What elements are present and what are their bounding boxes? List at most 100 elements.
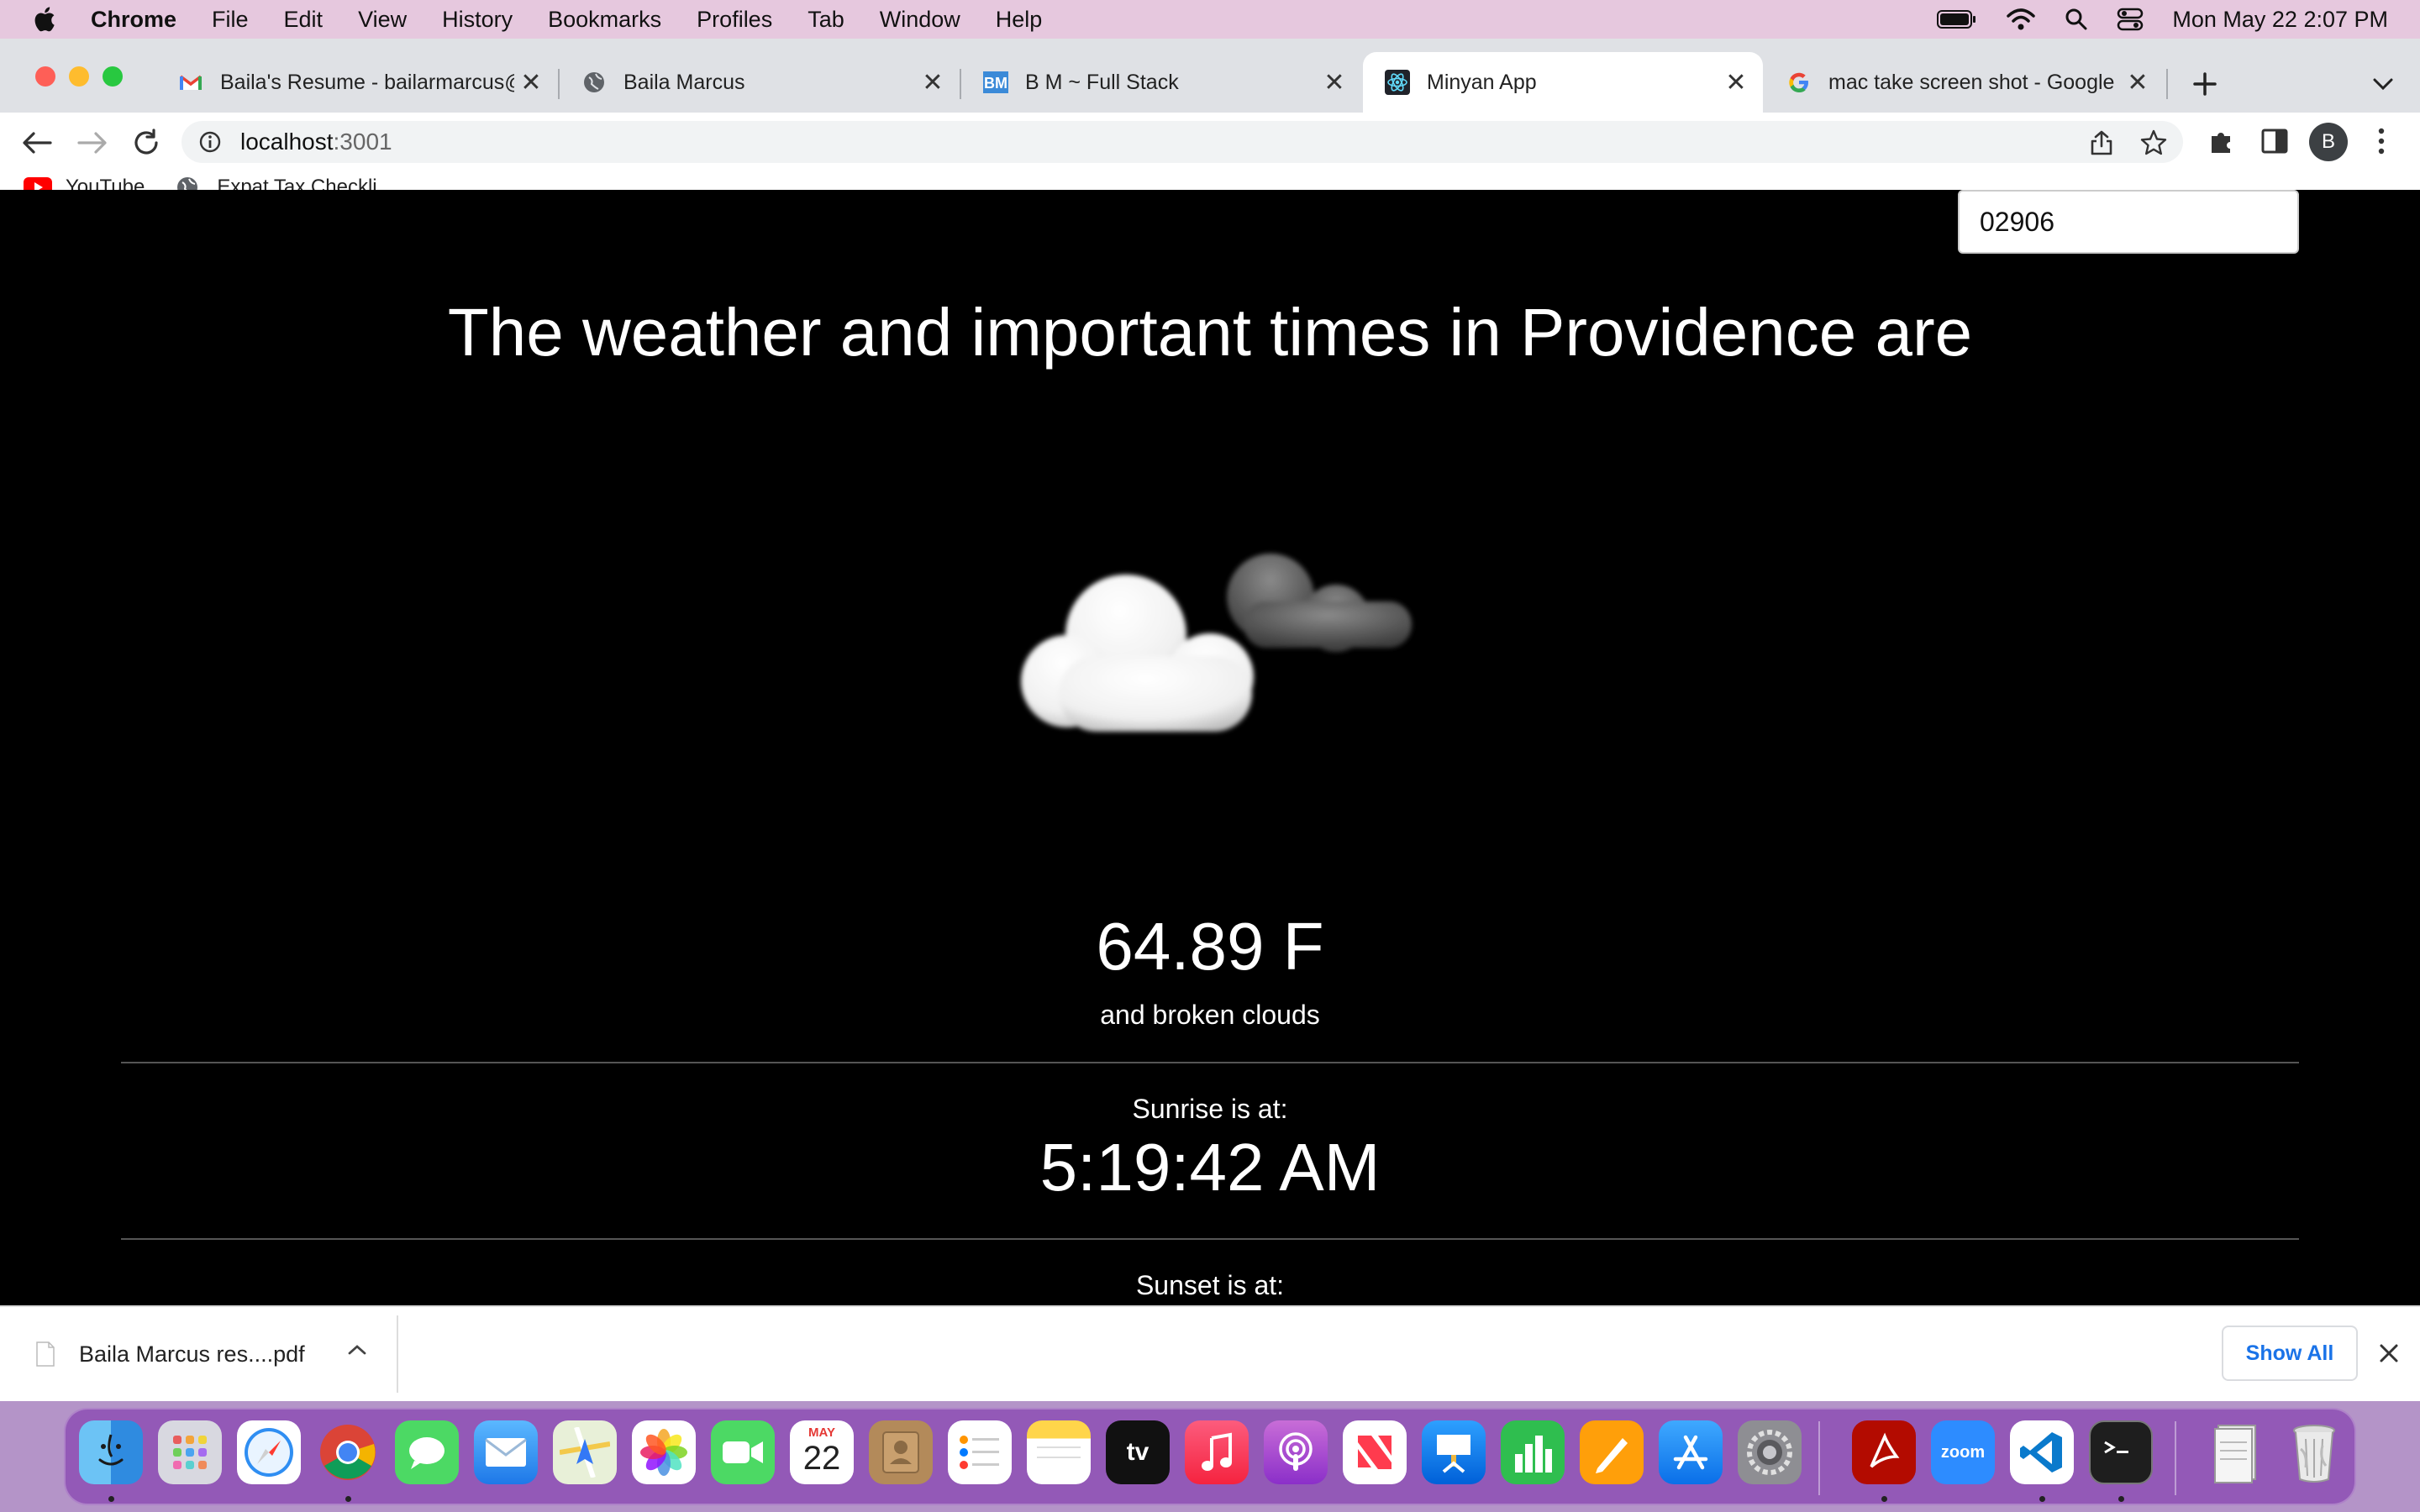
news-icon[interactable] bbox=[1343, 1420, 1407, 1484]
tab-close-icon[interactable]: ✕ bbox=[916, 68, 950, 97]
close-download-bar-icon[interactable] bbox=[2378, 1342, 2400, 1364]
apple-tv-icon[interactable]: tv bbox=[1106, 1420, 1170, 1484]
menu-view[interactable]: View bbox=[358, 7, 407, 33]
contacts-icon[interactable] bbox=[869, 1420, 933, 1484]
launchpad-icon[interactable] bbox=[158, 1420, 222, 1484]
zip-code-input[interactable] bbox=[1958, 190, 2299, 254]
terminal-icon[interactable] bbox=[2089, 1420, 2153, 1484]
tab-title: Minyan App bbox=[1427, 70, 1537, 94]
menu-window[interactable]: Window bbox=[880, 7, 960, 33]
close-window-button[interactable] bbox=[35, 66, 55, 87]
tab-close-icon[interactable]: ✕ bbox=[2121, 68, 2154, 97]
numbers-icon[interactable] bbox=[1501, 1420, 1565, 1484]
acrobat-icon[interactable] bbox=[1852, 1420, 1916, 1484]
facetime-icon[interactable] bbox=[711, 1420, 775, 1484]
trash-icon[interactable] bbox=[2282, 1420, 2346, 1484]
keynote-icon[interactable] bbox=[1422, 1420, 1486, 1484]
music-icon[interactable] bbox=[1185, 1420, 1249, 1484]
bookmark-star-icon[interactable] bbox=[2139, 129, 2168, 157]
menu-help[interactable]: Help bbox=[996, 7, 1043, 33]
running-indicator bbox=[345, 1496, 351, 1502]
tab-gmail-resume[interactable]: Baila's Resume - bailarmarcus@ ✕ bbox=[156, 52, 558, 113]
vscode-icon[interactable] bbox=[2010, 1420, 2074, 1484]
battery-icon[interactable] bbox=[1937, 9, 1977, 29]
tab-bm-full-stack[interactable]: BM B M ~ Full Stack ✕ bbox=[961, 52, 1361, 113]
url-host: localhost bbox=[240, 129, 334, 155]
minimize-window-button[interactable] bbox=[69, 66, 89, 87]
profile-initial: B bbox=[2321, 130, 2335, 153]
finder-icon[interactable] bbox=[79, 1420, 143, 1484]
zoom-window-button[interactable] bbox=[103, 66, 123, 87]
menu-bookmarks[interactable]: Bookmarks bbox=[548, 7, 661, 33]
menu-history[interactable]: History bbox=[442, 7, 513, 33]
running-indicator bbox=[108, 1496, 114, 1502]
forward-arrow-icon[interactable] bbox=[76, 129, 109, 156]
tab-close-icon[interactable]: ✕ bbox=[1318, 68, 1351, 97]
tab-close-icon[interactable]: ✕ bbox=[514, 68, 548, 97]
download-item[interactable]: Baila Marcus res....pdf bbox=[0, 1307, 397, 1401]
temperature-value: 64.89 F bbox=[1096, 909, 1324, 984]
messages-icon[interactable] bbox=[395, 1420, 459, 1484]
spotlight-search-icon[interactable] bbox=[2065, 8, 2088, 31]
dock-separator bbox=[1818, 1421, 1820, 1495]
tab-google-search[interactable]: mac take screen shot - Google ✕ bbox=[1765, 52, 2165, 113]
tab-title: Baila Marcus bbox=[623, 70, 745, 94]
tab-search-chevron-down-icon[interactable] bbox=[2371, 76, 2395, 92]
bm-logo-icon: BM bbox=[983, 71, 1008, 93]
downloads-stack-icon[interactable] bbox=[2203, 1420, 2267, 1484]
menu-edit[interactable]: Edit bbox=[284, 7, 324, 33]
reload-icon[interactable] bbox=[131, 128, 161, 158]
kebab-menu-icon[interactable] bbox=[2373, 126, 2390, 156]
maps-icon[interactable] bbox=[553, 1420, 617, 1484]
chrome-icon[interactable] bbox=[316, 1420, 380, 1484]
zoom-icon[interactable]: zoom bbox=[1931, 1420, 1995, 1484]
wifi-icon[interactable] bbox=[2006, 8, 2036, 31]
divider bbox=[121, 1062, 2299, 1063]
address-bar[interactable]: localhost:3001 bbox=[182, 121, 2183, 163]
url-port: :3001 bbox=[333, 129, 392, 155]
sunrise-time: 5:19:42 AM bbox=[1039, 1130, 1381, 1205]
mail-icon[interactable] bbox=[474, 1420, 538, 1484]
control-center-icon[interactable] bbox=[2117, 8, 2144, 31]
photos-icon[interactable] bbox=[632, 1420, 696, 1484]
running-indicator bbox=[2118, 1496, 2124, 1502]
back-arrow-icon[interactable] bbox=[20, 129, 54, 156]
side-panel-icon[interactable] bbox=[2260, 128, 2289, 155]
calendar-day: 22 bbox=[802, 1440, 841, 1477]
site-info-icon[interactable] bbox=[198, 130, 222, 154]
file-icon bbox=[36, 1341, 55, 1367]
show-all-downloads-button[interactable]: Show All bbox=[2222, 1326, 2358, 1381]
menu-file[interactable]: File bbox=[212, 7, 249, 33]
sunset-label: Sunset is at: bbox=[1135, 1270, 1285, 1300]
system-preferences-icon[interactable] bbox=[1738, 1420, 1802, 1484]
macos-menu-bar: Chrome File Edit View History Bookmarks … bbox=[0, 0, 2420, 39]
apple-menu-icon[interactable] bbox=[32, 5, 60, 34]
menu-profiles[interactable]: Profiles bbox=[697, 7, 772, 33]
pages-icon[interactable] bbox=[1580, 1420, 1644, 1484]
podcasts-icon[interactable] bbox=[1264, 1420, 1328, 1484]
tab-title: Baila's Resume - bailarmarcus@ bbox=[220, 70, 514, 94]
menubar-clock[interactable]: Mon May 22 2:07 PM bbox=[2172, 7, 2388, 33]
apple-tv-label: tv bbox=[1126, 1438, 1150, 1466]
menu-tab[interactable]: Tab bbox=[808, 7, 844, 33]
calendar-icon[interactable]: MAY 22 bbox=[790, 1420, 854, 1484]
react-icon bbox=[1385, 70, 1410, 95]
tab-minyan-app[interactable]: Minyan App ✕ bbox=[1363, 52, 1763, 113]
google-icon bbox=[1789, 72, 1808, 92]
reminders-icon[interactable] bbox=[948, 1420, 1012, 1484]
tab-separator bbox=[2166, 69, 2168, 99]
share-icon[interactable] bbox=[2089, 129, 2114, 156]
new-tab-plus-icon[interactable] bbox=[2191, 71, 2218, 97]
running-indicator bbox=[1881, 1496, 1887, 1502]
minyan-app-page: The weather and important times in Provi… bbox=[0, 190, 2420, 1305]
chevron-up-icon[interactable] bbox=[346, 1342, 368, 1357]
menu-app-name[interactable]: Chrome bbox=[91, 7, 176, 33]
app-store-icon[interactable] bbox=[1659, 1420, 1723, 1484]
safari-icon[interactable] bbox=[237, 1420, 301, 1484]
extensions-puzzle-icon[interactable] bbox=[2207, 126, 2237, 156]
tab-close-icon[interactable]: ✕ bbox=[1719, 68, 1753, 97]
notes-icon[interactable] bbox=[1027, 1420, 1091, 1484]
tab-baila-marcus[interactable]: Baila Marcus ✕ bbox=[560, 52, 960, 113]
profile-avatar[interactable]: B bbox=[2309, 123, 2348, 161]
gmail-icon bbox=[179, 75, 203, 90]
